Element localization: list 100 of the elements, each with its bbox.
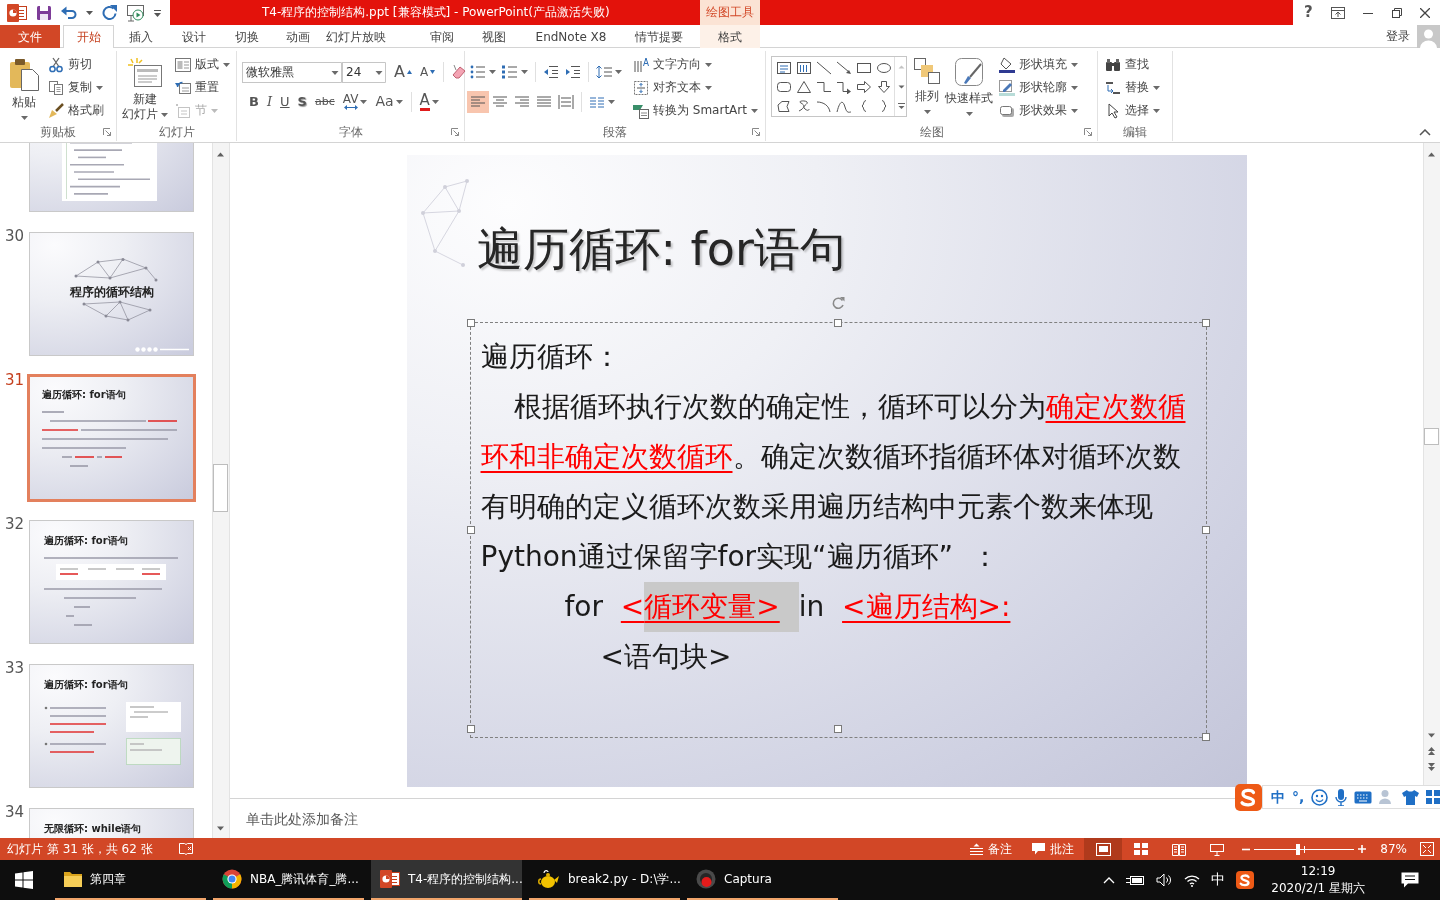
- normal-view-button[interactable]: [1084, 838, 1123, 860]
- shirt-icon[interactable]: [1402, 789, 1420, 805]
- arrange-button[interactable]: 排列: [911, 53, 943, 123]
- resize-handle-icon[interactable]: [1201, 526, 1210, 534]
- undo-icon[interactable]: [61, 5, 77, 20]
- caret-icon[interactable]: [1071, 62, 1078, 67]
- line-icon[interactable]: [816, 60, 832, 75]
- elbow-arrow-icon[interactable]: [836, 79, 852, 94]
- chevron-up-icon[interactable]: [1103, 876, 1116, 884]
- fit-to-window-icon[interactable]: [1420, 842, 1434, 856]
- file-tab[interactable]: 文件: [0, 25, 60, 48]
- caret-icon[interactable]: [1153, 85, 1160, 90]
- caret-icon[interactable]: [360, 100, 368, 104]
- ribbon-tab[interactable]: 视图: [468, 25, 520, 48]
- shape-fill-button[interactable]: 形状填充: [996, 53, 1081, 76]
- ribbon-tab[interactable]: 情节提要: [622, 25, 696, 48]
- change-case-button[interactable]: Aa: [371, 91, 407, 113]
- wifi-icon[interactable]: [1184, 873, 1201, 887]
- slider-thumb[interactable]: [1296, 843, 1301, 855]
- caret-icon[interactable]: [223, 62, 230, 67]
- caret-icon[interactable]: [1153, 108, 1160, 113]
- close-icon[interactable]: [1419, 7, 1430, 18]
- right-arrow-icon[interactable]: [856, 79, 872, 94]
- caret-icon[interactable]: [615, 70, 622, 74]
- bold-button[interactable]: B: [245, 91, 263, 113]
- arrow-line-icon[interactable]: [836, 60, 852, 75]
- ribbon-display-icon[interactable]: [1331, 6, 1345, 19]
- taskbar-app[interactable]: break2.py - D:\学...: [529, 860, 680, 900]
- character-spacing-button[interactable]: AV: [338, 91, 372, 113]
- slideshow-icon[interactable]: [126, 3, 145, 22]
- save-icon[interactable]: [36, 4, 52, 21]
- resize-handle-icon[interactable]: [834, 319, 842, 327]
- caret-icon[interactable]: [96, 85, 103, 90]
- dialog-launcher-icon[interactable]: [1084, 128, 1092, 136]
- oval-icon[interactable]: [876, 60, 892, 75]
- notes-field[interactable]: 单击此处添加备注: [230, 803, 1440, 834]
- caret-icon[interactable]: [965, 112, 973, 116]
- dialog-launcher-icon[interactable]: [451, 128, 459, 136]
- dropdown-arrow-icon[interactable]: [372, 61, 386, 83]
- caret-icon[interactable]: [489, 70, 496, 74]
- ribbon-tab[interactable]: 插入: [114, 25, 168, 48]
- scribble-icon[interactable]: [796, 98, 812, 113]
- format-painter-button[interactable]: 格式刷: [45, 99, 107, 122]
- paste-button[interactable]: 粘贴: [6, 53, 42, 123]
- ribbon-tab[interactable]: 开始: [63, 25, 114, 48]
- quick-styles-button[interactable]: 快速样式: [943, 53, 995, 123]
- find-button[interactable]: 查找: [1102, 53, 1163, 76]
- rounded-rectangle-icon[interactable]: [776, 79, 792, 94]
- scrollbar-thumb[interactable]: [213, 464, 228, 512]
- sign-in-link[interactable]: 登录: [1386, 28, 1410, 44]
- collapse-ribbon-icon[interactable]: [1419, 129, 1431, 136]
- new-slide-button[interactable]: 新建 幻灯片: [118, 53, 172, 123]
- taskbar-app[interactable]: T4-程序的控制结构...: [371, 860, 522, 900]
- caret-icon[interactable]: [1071, 108, 1078, 113]
- rotate-handle-icon[interactable]: [831, 296, 845, 310]
- elbow-connector-icon[interactable]: [816, 79, 832, 94]
- battery-icon[interactable]: [1126, 874, 1146, 886]
- slide-thumbnail[interactable]: 程序的循环结构: [29, 232, 194, 356]
- copy-button[interactable]: 复制: [45, 76, 107, 99]
- caret-icon[interactable]: [521, 70, 528, 74]
- ime-logo-icon[interactable]: [1236, 871, 1255, 889]
- volume-icon[interactable]: [1156, 873, 1174, 887]
- grid-icon[interactable]: [1426, 790, 1440, 804]
- resize-handle-icon[interactable]: [466, 526, 475, 534]
- caret-icon[interactable]: [608, 100, 615, 104]
- ribbon-tab[interactable]: 动画: [274, 25, 322, 48]
- shrink-font-button[interactable]: A: [415, 61, 440, 83]
- help-button[interactable]: ?: [1304, 5, 1313, 20]
- resize-handle-icon[interactable]: [1201, 319, 1210, 327]
- slide-thumbnail[interactable]: 无限循环: while语句: [29, 808, 194, 838]
- shape-effects-button[interactable]: 形状效果: [996, 99, 1081, 122]
- slide-thumbnail[interactable]: 遍历循环: for语句: [29, 520, 194, 644]
- dialog-launcher-icon[interactable]: [103, 128, 111, 136]
- ribbon-tab[interactable]: 审阅: [416, 25, 468, 48]
- resize-handle-icon[interactable]: [834, 725, 842, 733]
- resize-handle-icon[interactable]: [466, 319, 475, 327]
- comments-button[interactable]: 批注: [1022, 838, 1085, 860]
- taskbar-app[interactable]: 第四章: [55, 860, 206, 900]
- ribbon-tab[interactable]: 设计: [168, 25, 220, 48]
- ribbon-tab[interactable]: 切换: [220, 25, 274, 48]
- quick-access-menu-icon[interactable]: [154, 8, 161, 17]
- freeform-icon[interactable]: [776, 98, 792, 113]
- triangle-icon[interactable]: [796, 79, 812, 94]
- dropdown-arrow-icon[interactable]: [328, 61, 342, 83]
- text-box-icon[interactable]: [776, 60, 792, 75]
- ribbon-tab[interactable]: 幻灯片放映: [322, 25, 390, 48]
- punctuation-toggle[interactable]: °,: [1292, 790, 1305, 804]
- notes-button[interactable]: 备注: [960, 838, 1023, 860]
- notification-icon[interactable]: [1401, 872, 1419, 888]
- dialog-launcher-icon[interactable]: [752, 128, 760, 136]
- down-arrow-icon[interactable]: [876, 79, 892, 94]
- scrollbar-thumb[interactable]: [1424, 428, 1439, 445]
- slide-thumbnail[interactable]: 遍历循环: for语句: [29, 664, 194, 788]
- taskbar-app[interactable]: NBA_腾讯体育_腾...: [213, 860, 364, 900]
- zoom-slider[interactable]: [1254, 842, 1355, 856]
- caret-icon[interactable]: [1071, 85, 1078, 90]
- shadow-button[interactable]: S: [293, 91, 311, 113]
- font-color-button[interactable]: A: [415, 91, 443, 113]
- select-button[interactable]: 选择: [1102, 99, 1163, 122]
- smiley-icon[interactable]: [1311, 788, 1329, 806]
